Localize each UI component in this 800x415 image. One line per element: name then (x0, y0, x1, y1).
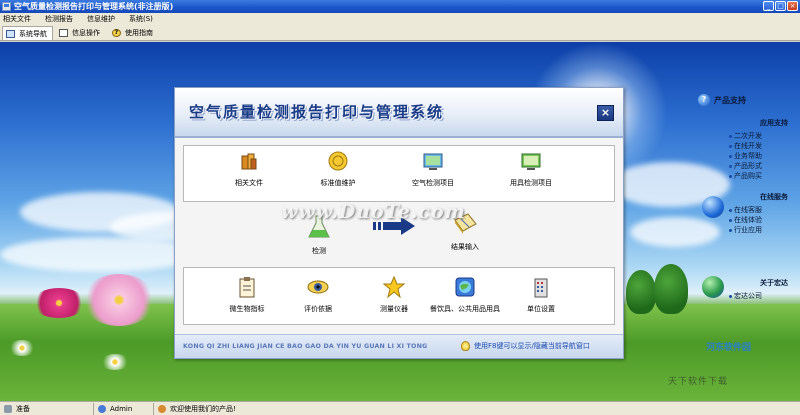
building-icon (530, 276, 552, 298)
item-label: 标准值维护 (320, 179, 356, 187)
evaluation-basis-button[interactable]: 评价依据 (276, 276, 360, 314)
toolbar: 系统导航 信息操作 ? 使用指南 (0, 25, 800, 41)
coin-icon (327, 150, 349, 172)
watermark-text: www.DuoTe.com (281, 201, 466, 223)
status-bar: 准备 Admin 欢迎使用我们的产品! (0, 401, 800, 415)
document-icon (59, 29, 68, 37)
panel-link[interactable]: 产品购买 (728, 171, 800, 181)
user-icon (98, 404, 106, 413)
panel-link[interactable]: 在线客服 (728, 205, 800, 215)
item-label: 空气检测项目 (412, 179, 454, 187)
menu-bar: 相关文件 检测报告 信息维护 系统(S) (0, 13, 800, 25)
tree (626, 270, 656, 314)
dialog-divider (175, 136, 623, 138)
panel-link[interactable]: 产品形式 (728, 161, 800, 171)
monitor-screen-icon (422, 150, 444, 172)
menu-info-maintenance[interactable]: 信息维护 (87, 14, 115, 24)
star-icon (382, 275, 406, 299)
panel-group-app-support: 应用支持 二次开发 在线开发 业务帮助 产品形式 产品购买 (728, 118, 800, 181)
close-button[interactable]: × (787, 1, 798, 11)
tab-label: 系统导航 (19, 29, 47, 38)
corner-logo: 河东软件园 (706, 343, 752, 353)
footer-hint: 使用F8键可以显示/隐藏当前导航窗口 (461, 341, 590, 351)
window-title: 空气质量检测报告打印与管理系统(非注册版) (14, 2, 174, 11)
status-ready: 准备 (0, 402, 94, 415)
tab-label: 使用指南 (125, 29, 153, 37)
panel-link[interactable]: 业务帮助 (728, 151, 800, 161)
flower (32, 288, 86, 318)
panel-link[interactable]: 行业应用 (728, 225, 800, 235)
corner-subtitle: 天下软件下载 (668, 377, 729, 387)
tab-label: 信息操作 (72, 29, 100, 37)
globe-icon (454, 276, 476, 298)
tab-user-guide[interactable]: ? 使用指南 (108, 26, 159, 40)
monitor-icon (6, 29, 15, 38)
navigation-dialog: 空气质量检测报告打印与管理系统 × 相关文件 标准值维护 空气检测项目 用具检测… (174, 87, 624, 359)
panel-link[interactable]: 在线开发 (728, 141, 800, 151)
item-label: 评价依据 (304, 305, 332, 313)
window-controls: _ □ × (763, 1, 798, 11)
group-title: 在线服务 (760, 193, 788, 201)
tab-system-navigation[interactable]: 系统导航 (2, 26, 53, 40)
item-label: 结果输入 (451, 243, 479, 251)
panel-link[interactable]: 宏达公司 (728, 291, 800, 301)
standard-value-button[interactable]: 标准值维护 (296, 150, 380, 188)
panel-group-about: 关于宏达 宏达公司 (728, 278, 800, 301)
status-user: Admin (94, 402, 154, 415)
group-title: 关于宏达 (760, 279, 788, 287)
unit-settings-button[interactable]: 单位设置 (499, 276, 583, 314)
users-icon (158, 404, 166, 413)
blue-sphere-icon (702, 196, 724, 218)
panel-header: ? 产品支持 (698, 94, 746, 106)
lightbulb-icon (461, 341, 470, 351)
flower (82, 274, 156, 326)
item-label: 单位设置 (527, 305, 555, 313)
dialog-header: 空气质量检测报告打印与管理系统 × (175, 88, 623, 136)
menu-system[interactable]: 系统(S) (129, 14, 153, 24)
air-test-items-button[interactable]: 空气检测项目 (391, 150, 475, 188)
item-label: 用具检测项目 (510, 179, 552, 187)
menu-test-report[interactable]: 检测报告 (45, 14, 73, 24)
public-utensils-button[interactable]: 餐饮具、公共用品用具 (423, 276, 507, 314)
clipboard-icon (236, 276, 258, 298)
status-welcome: 欢迎使用我们的产品! (154, 403, 240, 415)
title-bar: 空气质量检测报告打印与管理系统(非注册版) _ □ × (0, 0, 800, 13)
panel-group-online-service: 在线服务 在线客服 在线体验 行业应用 (728, 192, 800, 235)
tab-info-operation[interactable]: 信息操作 (55, 26, 106, 40)
related-files-button[interactable]: 相关文件 (207, 150, 291, 188)
help-icon: ? (112, 29, 121, 37)
group-title: 应用支持 (760, 119, 788, 127)
item-label: 餐饮具、公共用品用具 (430, 305, 500, 313)
minimize-button[interactable]: _ (763, 1, 774, 11)
dialog-close-button[interactable]: × (597, 105, 614, 121)
panel-title: 产品支持 (714, 95, 746, 105)
ready-icon (4, 404, 12, 413)
flower (100, 354, 130, 370)
eye-icon (307, 276, 329, 298)
help-circle-icon: ? (698, 94, 710, 106)
tree (654, 264, 688, 314)
books-icon (238, 150, 260, 172)
app-icon (2, 2, 11, 11)
maximize-button[interactable]: □ (775, 1, 786, 11)
flower (8, 340, 36, 356)
dialog-title: 空气质量检测报告打印与管理系统 (189, 103, 445, 121)
footer-hint-text: 使用F8键可以显示/隐藏当前导航窗口 (474, 342, 590, 350)
item-label: 检测 (312, 247, 326, 255)
dialog-footer: KONG QI ZHI LIANG JIAN CE BAO GAO DA YIN… (175, 334, 623, 358)
utensil-test-items-button[interactable]: 用具检测项目 (489, 150, 573, 188)
globe-sphere-icon (702, 276, 724, 298)
footer-pinyin: KONG QI ZHI LIANG JIAN CE BAO GAO DA YIN… (183, 343, 428, 350)
cloud (0, 237, 200, 272)
panel-link[interactable]: 在线体验 (728, 215, 800, 225)
item-label: 相关文件 (235, 179, 263, 187)
panel-link[interactable]: 二次开发 (728, 131, 800, 141)
menu-related-files[interactable]: 相关文件 (3, 14, 31, 24)
green-screen-icon (520, 150, 542, 172)
